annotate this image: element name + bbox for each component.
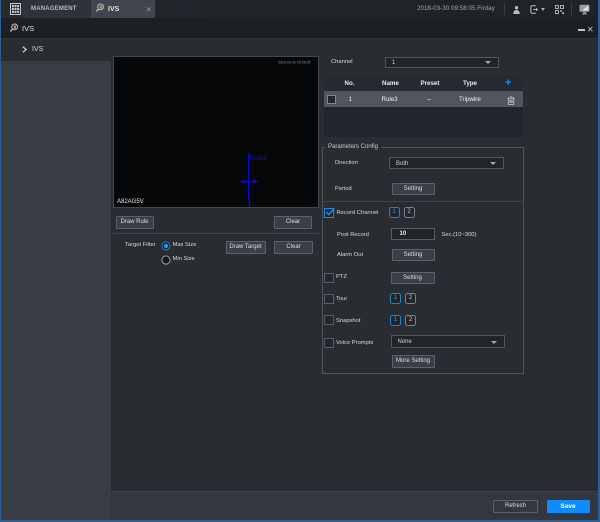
svg-text:Rule3: Rule3: [250, 155, 267, 162]
